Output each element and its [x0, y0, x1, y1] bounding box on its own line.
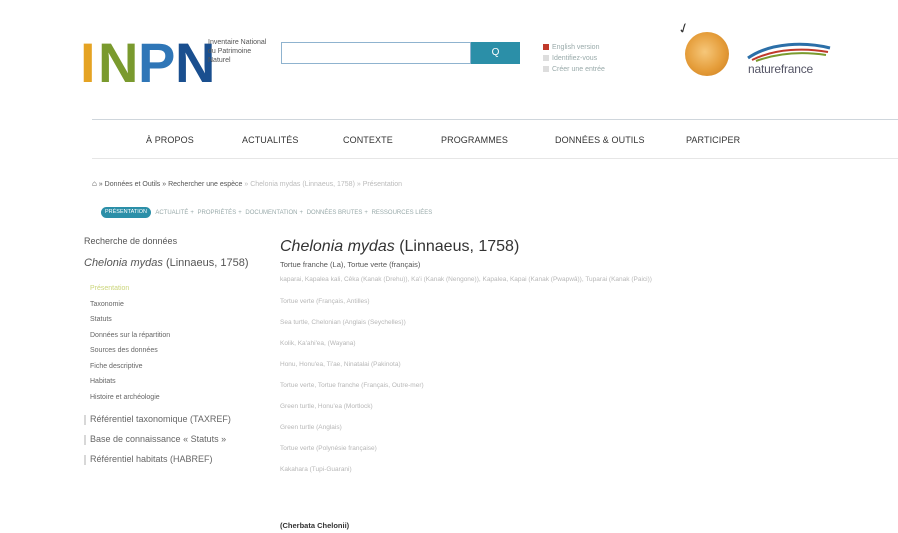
list-item: Green turtle (Anglais): [280, 424, 342, 431]
species-subnav: PRÉSENTATION ACTUALITÉ + PROPRIÉTÉS + DOCU…: [101, 207, 432, 219]
sidebar-species-title[interactable]: Chelonia mydas (Linnaeus, 1758): [84, 256, 264, 271]
list-item: Kakahara (Tupi-Guarani): [280, 466, 352, 473]
breadcrumb-item[interactable]: Données et Outils: [105, 181, 161, 188]
breadcrumb-current: Présentation: [362, 181, 403, 188]
language-link[interactable]: English version: [543, 42, 605, 53]
subnav-active-pill[interactable]: PRÉSENTATION: [101, 207, 151, 218]
list-item: Sea turtle, Chelonian (Anglais (Seychell…: [280, 319, 406, 326]
breadcrumb: ⌂ » Données et Outils » Rechercher une e…: [92, 179, 403, 188]
main-nav: À PROPOS ACTUALITÉS CONTEXTE PROGRAMMES …: [92, 119, 898, 159]
list-item: kaparai, Kapalea kali, Cêka (Kanak (Dreh…: [280, 276, 652, 283]
sidebar-section-taxref[interactable]: Référentiel taxonomique (TAXREF): [84, 413, 264, 425]
partner-medal-logo[interactable]: [685, 32, 729, 76]
other-names-list: kaparai, Kapalea kali, Cêka (Kanak (Dreh…: [280, 275, 840, 475]
list-item: Kolik, Ka'ahi'ea, (Wayana): [280, 340, 356, 347]
page-title: Chelonia mydas (Linnaeus, 1758): [280, 238, 520, 255]
logo-letter-p: P: [138, 31, 175, 94]
nav-item-context[interactable]: CONTEXTE: [343, 135, 393, 145]
section-label: (Cherbata Chelonii): [280, 521, 350, 530]
species-main: Chelonia mydas (Linnaeus, 1758) Tortue f…: [280, 237, 840, 486]
nav-item-data-tools[interactable]: DONNÉES & OUTILS: [555, 135, 645, 145]
sidebar-heading[interactable]: Recherche de données: [84, 236, 264, 246]
naturefrance-logo[interactable]: naturefrance: [748, 62, 813, 76]
subnav-item[interactable]: ACTUALITÉ: [155, 210, 188, 216]
list-item: Tortue verte (Polynésie française): [280, 445, 377, 452]
naturefrance-swoosh-icon: [747, 42, 831, 62]
nav-item-participate[interactable]: PARTICIPER: [686, 135, 740, 145]
sidebar-item-habitats[interactable]: Habitats: [84, 374, 264, 390]
logo-subtitle: Inventaire National du Patrimoine Nature…: [208, 39, 267, 64]
login-link[interactable]: Identifiez-vous: [543, 53, 605, 64]
list-item: Tortue verte (Français, Antilles): [280, 298, 370, 305]
sidebar-item-presentation[interactable]: Présentation: [84, 281, 264, 297]
nav-item-about[interactable]: À PROPOS: [146, 135, 194, 145]
sidebar-item-distribution[interactable]: Données sur la répartition: [84, 328, 264, 344]
sidebar-section-statuts[interactable]: Base de connaissance « Statuts »: [84, 433, 264, 445]
flag-icon: [543, 44, 549, 51]
sidebar: Recherche de données Chelonia mydas (Lin…: [84, 236, 264, 465]
nav-item-programs[interactable]: PROGRAMMES: [441, 135, 508, 145]
inpn-logo[interactable]: I N P N: [80, 31, 215, 94]
medal-ribbon-icon: ✓: [675, 18, 692, 38]
list-item: Tortue verte, Tortue franche (Français, …: [280, 382, 424, 389]
breadcrumb-item[interactable]: Rechercher une espèce: [168, 181, 242, 188]
search-input[interactable]: [281, 42, 471, 64]
account-links: English version Identifiez-vous Créer un…: [543, 42, 605, 75]
sidebar-item-descriptive-sheet[interactable]: Fiche descriptive: [84, 359, 264, 375]
logo-letter-n: N: [98, 31, 138, 94]
sidebar-item-taxonomy[interactable]: Taxonomie: [84, 297, 264, 313]
user-icon: [543, 55, 549, 62]
sidebar-item-sources[interactable]: Sources des données: [84, 343, 264, 359]
sidebar-item-history[interactable]: Histoire et archéologie: [84, 390, 264, 406]
sidebar-item-status[interactable]: Statuts: [84, 312, 264, 328]
vernacular-names: Tortue franche (La), Tortue verte (franç…: [280, 260, 421, 269]
sidebar-section-habref[interactable]: Référentiel habitats (HABREF): [84, 453, 264, 465]
subnav-item[interactable]: DOCUMENTATION: [245, 210, 297, 216]
search-button[interactable]: Q: [471, 42, 520, 64]
subnav-item[interactable]: RESSOURCES LIÉES: [372, 210, 433, 216]
register-link[interactable]: Créer une entrée: [543, 64, 605, 75]
user-add-icon: [543, 66, 549, 73]
subnav-item[interactable]: PROPRIÉTÉS: [198, 210, 237, 216]
home-icon[interactable]: ⌂: [92, 179, 97, 188]
list-item: Honu, Honu'ea, Ti'ae, Ninatalai (Pakinot…: [280, 361, 401, 368]
subnav-item[interactable]: DONNÉES BRUTES: [307, 210, 363, 216]
logo-letter-i: I: [80, 31, 96, 94]
nav-item-news[interactable]: ACTUALITÉS: [242, 135, 299, 145]
breadcrumb-item[interactable]: Chelonia mydas (Linnaeus, 1758): [250, 181, 355, 188]
site-header: I N P N Inventaire National du Patrimoin…: [0, 0, 898, 118]
list-item: Green turtle, Honu'ea (Mortlock): [280, 403, 373, 410]
